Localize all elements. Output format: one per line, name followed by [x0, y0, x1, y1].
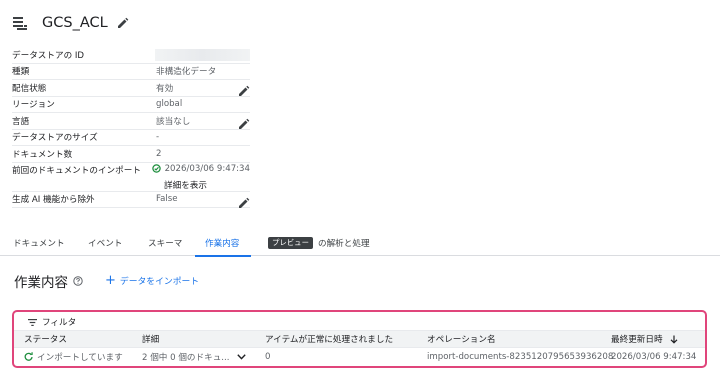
property-row-doc-count: ドキュメント数 2 [12, 146, 250, 163]
section-heading: 作業内容 [14, 271, 83, 291]
sort-arrow-down-icon[interactable] [670, 335, 678, 344]
check-circle-icon [151, 164, 161, 173]
property-row-region: リージョン global [12, 97, 250, 113]
view-details-link[interactable]: 詳細を表示 [164, 179, 207, 191]
datastore-id-value [154, 48, 250, 61]
row-status-text: インポートしています [37, 352, 123, 363]
property-value: False [156, 194, 178, 205]
help-icon[interactable] [73, 276, 83, 286]
property-label: データストアの ID [12, 50, 85, 61]
activity-panel: フィルタ ステータス 詳細 アイテムが正常に処理されました オペレーション名 最… [12, 310, 707, 368]
datastore-icon [13, 16, 27, 30]
in-progress-icon [24, 352, 33, 361]
tab-parsing[interactable]: プレビュー の解析と処理 [268, 236, 370, 256]
property-value: 非構造化データ [156, 67, 217, 78]
section-title: 作業内容 [14, 275, 68, 291]
tab-parsing-label: の解析と処理 [317, 239, 370, 249]
row-operation: import-documents-8235120795653936208 [427, 351, 614, 362]
edit-pencil-icon[interactable] [238, 194, 250, 208]
property-label: 言語 [12, 116, 30, 127]
tab-documents[interactable]: ドキュメント [13, 236, 65, 256]
edit-pencil-icon[interactable] [238, 115, 250, 129]
filter-icon [28, 318, 37, 326]
edit-pencil-icon[interactable] [238, 82, 250, 96]
import-data-label: データをインポート [119, 277, 200, 287]
datastore-properties: データストアの ID 種類 非構造化データ 配信状態 有効 リージョン glob… [12, 47, 250, 208]
property-label: リージョン [12, 100, 55, 111]
column-header-updated[interactable]: 最終更新日時 [611, 333, 678, 345]
row-processed: 0 [265, 351, 271, 362]
property-label: ドキュメント数 [12, 149, 73, 160]
property-label: 生成 AI 機能から除外 [12, 195, 95, 206]
tab-bar: ドキュメント イベント スキーマ 作業内容 プレビュー の解析と処理 [0, 236, 720, 257]
column-header-processed[interactable]: アイテムが正常に処理されました [265, 333, 393, 345]
property-label: 種類 [12, 67, 30, 78]
property-row-last-import: 前回のドキュメントのインポート 2026/03/06 9:47:34 詳細を表示 [12, 163, 250, 192]
tab-events[interactable]: イベント [88, 236, 122, 256]
property-row-serving-state: 配信状態 有効 [12, 80, 250, 97]
tab-schema[interactable]: スキーマ [148, 236, 182, 256]
chevron-down-icon[interactable] [237, 353, 247, 360]
preview-badge: プレビュー [268, 237, 313, 249]
property-value: 2 [156, 148, 162, 159]
page-title: GCS_ACL [42, 15, 108, 31]
property-label: 前回のドキュメントのインポート [12, 165, 141, 176]
property-row-type: 種類 非構造化データ [12, 64, 250, 80]
plus-icon: + [105, 272, 116, 288]
property-row-size: データストアのサイズ - [12, 130, 250, 146]
filter-label: フィルタ [42, 318, 77, 328]
property-value: 該当なし [156, 116, 191, 127]
row-status: インポートしています [24, 351, 123, 363]
property-value: 2026/03/06 9:47:34 [151, 163, 250, 174]
property-row-id: データストアの ID [12, 47, 250, 64]
column-header-updated-label: 最終更新日時 [611, 335, 663, 345]
property-value: - [156, 132, 160, 143]
property-row-language: 言語 該当なし [12, 113, 250, 130]
column-header-operation[interactable]: オペレーション名 [427, 333, 496, 345]
property-value: 有効 [156, 83, 174, 94]
import-data-button[interactable]: + データをインポート [105, 272, 200, 288]
filter-button[interactable]: フィルタ [28, 316, 76, 328]
row-detail[interactable]: 2 個中 0 個のドキュ... [142, 351, 247, 363]
property-label: 配信状態 [12, 83, 47, 94]
property-label: データストアのサイズ [12, 133, 98, 144]
last-import-time: 2026/03/06 9:47:34 [164, 163, 250, 174]
property-row-exclude-genai: 生成 AI 機能から除外 False [12, 192, 250, 208]
property-value: global [156, 99, 183, 110]
activity-table: ステータス 詳細 アイテムが正常に処理されました オペレーション名 最終更新日時… [14, 330, 705, 365]
tab-activity[interactable]: 作業内容 [194, 236, 252, 257]
row-detail-text: 2 個中 0 個のドキュ... [142, 352, 230, 363]
column-header-status[interactable]: ステータス [24, 333, 67, 345]
row-updated: 2026/03/06 9:47:34 [611, 351, 697, 362]
table-header: ステータス 詳細 アイテムが正常に処理されました オペレーション名 最終更新日時 [14, 330, 705, 347]
page-header: GCS_ACL [13, 12, 130, 34]
column-header-details[interactable]: 詳細 [142, 333, 159, 345]
pencil-icon[interactable] [117, 17, 130, 30]
table-row: インポートしています 2 個中 0 個のドキュ... 0 import-docu… [14, 347, 705, 365]
